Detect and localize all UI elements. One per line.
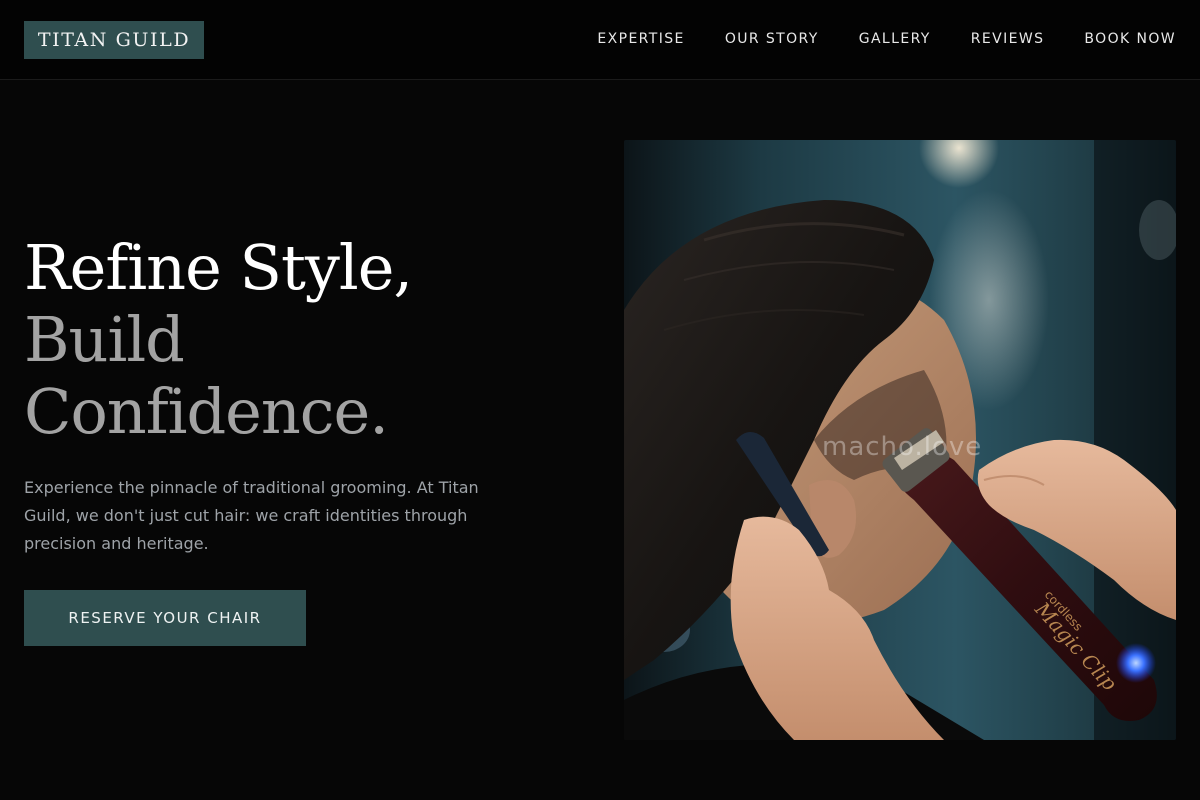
hero-photo: Magic Clip cordless macho.love [624, 140, 1176, 740]
hero-title-line-3: Confidence. [24, 375, 389, 448]
hero-title-line-1: Refine Style, [24, 231, 413, 304]
hero-description: Experience the pinnacle of traditional g… [24, 478, 479, 553]
hero-title-line-2: Build [24, 303, 185, 376]
logo[interactable]: TITAN GUILD [24, 21, 204, 59]
nav-link-expertise[interactable]: EXPERTISE [597, 31, 684, 47]
site-header: TITAN GUILD EXPERTISE OUR STORY GALLERY … [0, 0, 1200, 80]
barber-photo-illustration: Magic Clip cordless macho.love [624, 140, 1176, 740]
nav-link-our-story[interactable]: OUR STORY [725, 31, 819, 47]
watermark-text: macho.love [822, 432, 982, 462]
nav-link-gallery[interactable]: GALLERY [859, 31, 931, 47]
reserve-chair-button[interactable]: RESERVE YOUR CHAIR [24, 590, 306, 646]
main-nav: EXPERTISE OUR STORY GALLERY REVIEWS BOOK… [597, 0, 1176, 78]
hero-title: Refine Style, Build Confidence. [24, 232, 584, 448]
nav-link-book-now[interactable]: BOOK NOW [1084, 31, 1176, 47]
nav-link-reviews[interactable]: REVIEWS [971, 31, 1045, 47]
